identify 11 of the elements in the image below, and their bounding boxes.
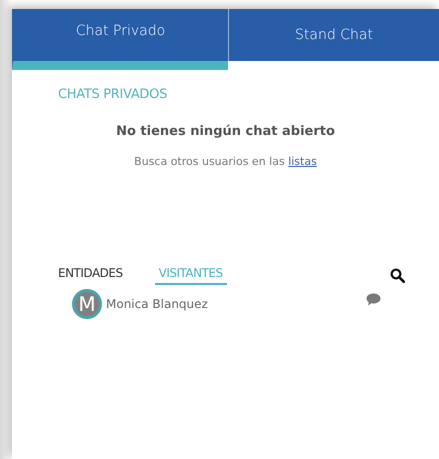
empty-hint: Busca otros usuarios en las listas xyxy=(133,155,318,168)
empty-message: No tienes ningún chat abierto xyxy=(115,124,336,139)
list-tab[interactable]: ENTIDADES xyxy=(54,266,127,285)
chat-tab[interactable]: Chat Privado xyxy=(12,9,228,70)
search-icon[interactable] xyxy=(390,268,405,283)
user-name[interactable]: Monica Blanquez xyxy=(106,297,208,311)
section-title: CHATS PRIVADOS xyxy=(58,87,168,102)
chat-tab[interactable]: Stand Chat xyxy=(228,9,439,61)
chat-bubble-icon[interactable] xyxy=(366,292,381,306)
user-avatar: M xyxy=(72,289,102,319)
lists-link[interactable]: listas xyxy=(288,155,317,168)
